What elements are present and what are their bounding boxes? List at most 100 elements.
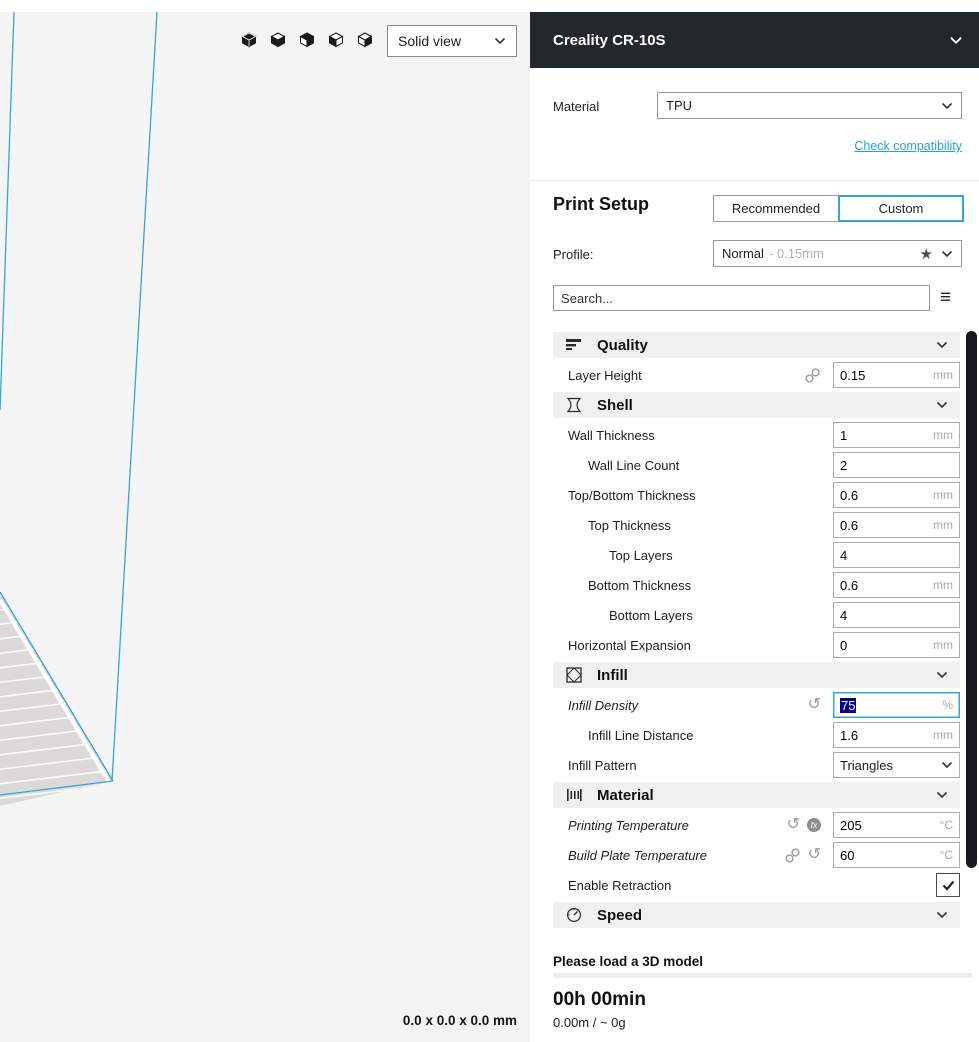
setting-label: Infill Pattern bbox=[568, 758, 833, 773]
setting-row-bottom-layers: Bottom Layers bbox=[553, 602, 960, 628]
bottom-layers-input[interactable] bbox=[833, 602, 960, 628]
chevron-down-icon bbox=[936, 911, 948, 919]
chevron-down-icon bbox=[941, 250, 953, 258]
infill-pattern-select[interactable]: Triangles bbox=[833, 752, 960, 778]
material-select[interactable]: TPU bbox=[657, 92, 962, 119]
setting-row-bottom-thickness: Bottom Thickness mm bbox=[553, 572, 960, 598]
top-bottom-thickness-input[interactable]: mm bbox=[833, 482, 960, 508]
section-header-shell[interactable]: Shell bbox=[553, 392, 960, 418]
setting-row-enable-retraction: Enable Retraction bbox=[553, 872, 960, 898]
setting-label: Printing Temperature bbox=[568, 818, 787, 833]
unit-label: mm bbox=[933, 728, 953, 742]
section-title: Shell bbox=[597, 397, 936, 414]
section-title: Infill bbox=[597, 667, 936, 684]
profile-select[interactable]: Normal - 0.15mm ★ bbox=[713, 240, 962, 267]
build-plate-temperature-input[interactable]: °C bbox=[833, 842, 960, 868]
divider bbox=[530, 180, 979, 181]
reset-icon[interactable]: ↺ bbox=[787, 818, 800, 832]
unit-label: mm bbox=[933, 518, 953, 532]
settings-panel: Creality CR-10S Material TPU Check compa… bbox=[530, 0, 979, 1042]
infill-pattern-value: Triangles bbox=[840, 758, 941, 773]
star-icon[interactable]: ★ bbox=[920, 245, 933, 263]
tab-recommended[interactable]: Recommended bbox=[713, 195, 839, 222]
view-mode-select[interactable]: Solid view bbox=[387, 25, 517, 57]
material-usage-estimate: 0.00m / ~ 0g bbox=[553, 1015, 626, 1030]
section-header-infill[interactable]: Infill bbox=[553, 662, 960, 688]
unit-label: °C bbox=[940, 818, 953, 832]
view-3d-icon[interactable] bbox=[240, 31, 258, 49]
setting-row-printing-temperature: Printing Temperature ↺ fx °C bbox=[553, 812, 960, 838]
model-dimensions-label: 0.0 x 0.0 x 0.0 mm bbox=[403, 1013, 517, 1028]
settings-menu-icon[interactable]: ≡ bbox=[940, 286, 951, 310]
chevron-down-icon bbox=[936, 341, 948, 349]
view-left-icon[interactable] bbox=[327, 31, 345, 49]
top-thickness-input[interactable]: mm bbox=[833, 512, 960, 538]
selected-text: 75 bbox=[840, 698, 856, 713]
setting-row-layer-height: Layer Height mm bbox=[553, 362, 960, 388]
chevron-down-icon bbox=[941, 102, 953, 110]
setting-row-infill-pattern: Infill Pattern Triangles bbox=[553, 752, 960, 778]
search-box[interactable] bbox=[553, 285, 930, 311]
speed-icon bbox=[565, 907, 583, 923]
section-header-quality[interactable]: Quality bbox=[553, 332, 960, 358]
profile-value: Normal bbox=[722, 246, 764, 261]
link-icon[interactable] bbox=[804, 367, 821, 384]
top-layers-input[interactable] bbox=[833, 542, 960, 568]
link-icon[interactable] bbox=[784, 847, 801, 864]
setting-label: Bottom Layers bbox=[609, 608, 833, 623]
function-icon[interactable]: fx bbox=[807, 818, 821, 832]
setting-label: Bottom Thickness bbox=[588, 578, 833, 593]
view-front-icon[interactable] bbox=[269, 31, 287, 49]
quality-icon bbox=[565, 339, 583, 351]
check-compatibility-link[interactable]: Check compatibility bbox=[854, 139, 962, 153]
cura-window: Solid view 0.0 x 0.0 x 0.0 mm Creality C… bbox=[0, 0, 979, 1042]
bottom-thickness-input[interactable]: mm bbox=[833, 572, 960, 598]
infill-line-distance-input[interactable]: mm bbox=[833, 722, 960, 748]
setting-label: Top Layers bbox=[609, 548, 833, 563]
chevron-down-icon bbox=[941, 761, 953, 769]
tab-custom[interactable]: Custom bbox=[838, 195, 964, 222]
enable-retraction-checkbox[interactable] bbox=[936, 873, 960, 897]
load-model-message: Please load a 3D model bbox=[553, 954, 703, 969]
layer-height-input[interactable]: mm bbox=[833, 362, 960, 388]
setting-label: Wall Line Count bbox=[588, 458, 833, 473]
chevron-down-icon bbox=[936, 671, 948, 679]
setting-row-build-plate-temperature: Build Plate Temperature ↺ °C bbox=[553, 842, 960, 868]
horizontal-expansion-input[interactable]: mm bbox=[833, 632, 960, 658]
viewport-3d[interactable]: Solid view 0.0 x 0.0 x 0.0 mm bbox=[0, 12, 530, 1042]
machine-name: Creality CR-10S bbox=[553, 32, 949, 49]
infill-icon bbox=[565, 667, 583, 683]
wall-thickness-input[interactable]: mm bbox=[833, 422, 960, 448]
chevron-down-icon bbox=[949, 36, 963, 45]
wall-line-count-input[interactable] bbox=[833, 452, 960, 478]
setting-row-wall-thickness: Wall Thickness mm bbox=[553, 422, 960, 448]
material-value: TPU bbox=[666, 98, 941, 113]
setting-label: Enable Retraction bbox=[568, 878, 936, 893]
infill-density-input[interactable]: 75 % bbox=[833, 692, 960, 718]
section-title: Material bbox=[597, 787, 936, 804]
chevron-down-icon bbox=[936, 791, 948, 799]
shell-icon bbox=[565, 397, 583, 413]
setting-row-infill-line-distance: Infill Line Distance mm bbox=[553, 722, 960, 748]
section-header-material[interactable]: Material bbox=[553, 782, 960, 808]
machine-selector[interactable]: Creality CR-10S bbox=[530, 12, 979, 68]
unit-label: mm bbox=[933, 428, 953, 442]
reset-icon[interactable]: ↺ bbox=[808, 848, 821, 862]
profile-detail: - 0.15mm bbox=[769, 246, 920, 261]
search-input[interactable] bbox=[561, 291, 922, 306]
settings-scrollbar[interactable] bbox=[966, 331, 977, 868]
setting-label: Top Thickness bbox=[588, 518, 833, 533]
reset-icon[interactable]: ↺ bbox=[808, 698, 821, 712]
section-title: Quality bbox=[597, 337, 936, 354]
chevron-down-icon bbox=[936, 401, 948, 409]
setting-label: Top/Bottom Thickness bbox=[568, 488, 833, 503]
printing-temperature-input[interactable]: °C bbox=[833, 812, 960, 838]
setting-row-wall-line-count: Wall Line Count bbox=[553, 452, 960, 478]
unit-label: mm bbox=[933, 578, 953, 592]
view-top-icon[interactable] bbox=[298, 31, 316, 49]
section-header-speed[interactable]: Speed bbox=[553, 902, 960, 928]
setting-row-infill-density: Infill Density ↺ 75 % bbox=[553, 692, 960, 718]
setting-label: Wall Thickness bbox=[568, 428, 833, 443]
material-label: Material bbox=[553, 99, 599, 114]
view-right-icon[interactable] bbox=[356, 31, 374, 49]
